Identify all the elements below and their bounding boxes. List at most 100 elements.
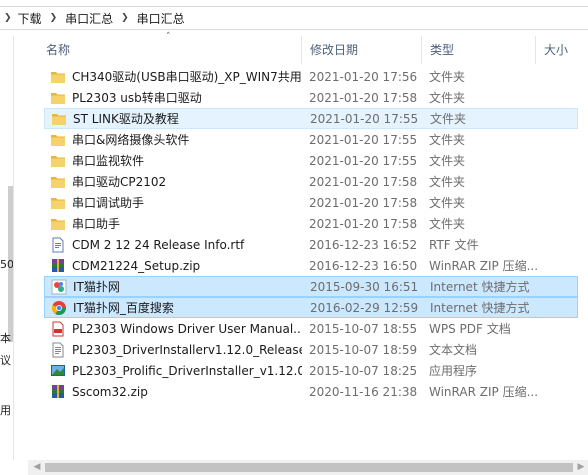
- file-name-cell[interactable]: CH340驱动(USB串口驱动)_XP_WIN7共用: [50, 68, 302, 85]
- file-date: 2021-01-20 17:55: [309, 132, 418, 147]
- file-row[interactable]: 串口驱动CP2102 2021-01-20 17:58 文件夹: [44, 171, 578, 192]
- nav-pane-item[interactable]: 用: [0, 402, 11, 418]
- file-name-cell[interactable]: 串口监视软件: [50, 152, 302, 169]
- file-name-cell[interactable]: 串口&网络摄像头软件: [50, 131, 302, 148]
- file-date: 2016-12-23 16:50: [309, 258, 418, 273]
- file-name: IT猫扑网_百度搜索: [73, 301, 174, 315]
- file-type: 文件夹: [429, 217, 466, 231]
- file-name: IT猫扑网: [73, 280, 120, 294]
- column-header-name[interactable]: 名称: [38, 36, 302, 64]
- file-date: 2015-10-07 18:25: [309, 363, 418, 378]
- file-date: 2021-01-20 17:55: [310, 111, 419, 126]
- folder-icon: [50, 132, 66, 148]
- file-row[interactable]: 串口助手 2021-01-20 17:58 文件夹: [44, 213, 578, 234]
- breadcrumb: ❯ 下载 ❯ 串口汇总 ❯ 串口汇总: [0, 6, 588, 30]
- file-type: 文件夹: [429, 196, 466, 210]
- file-row[interactable]: CH340驱动(USB串口驱动)_XP_WIN7共用 2021-01-20 17:…: [44, 66, 578, 87]
- address-bar[interactable]: ❯ 下载 ❯ 串口汇总 ❯ 串口汇总: [0, 0, 588, 36]
- winrar-archive-icon: [50, 384, 66, 400]
- file-name: ST LINK驱动及教程: [73, 112, 179, 126]
- file-name-cell[interactable]: 串口调试助手: [50, 194, 302, 211]
- internet-shortcut-icon: [51, 279, 67, 295]
- file-date: 2015-10-07 18:55: [309, 321, 418, 336]
- file-date: 2021-01-20 17:55: [309, 153, 418, 168]
- file-name-cell[interactable]: PL2303_Prolific_DriverInstaller_v1.12.0.…: [50, 363, 302, 379]
- breadcrumb-item-serial-summary[interactable]: 串口汇总: [63, 7, 115, 29]
- file-name: 串口&网络摄像头软件: [72, 133, 190, 147]
- scroll-right-arrow-icon[interactable]: ▶: [574, 460, 588, 475]
- file-name-cell[interactable]: CDM21224_Setup.zip: [50, 258, 302, 274]
- nav-pane-item[interactable]: 本: [0, 330, 11, 346]
- installer-app-icon: [50, 363, 66, 379]
- file-name-cell[interactable]: PL2303_DriverInstallerv1.12.0_Release...: [50, 342, 302, 358]
- file-name-cell[interactable]: PL2303 Windows Driver User Manual...: [50, 321, 302, 337]
- file-name: 串口调试助手: [72, 196, 145, 210]
- column-header-label: 类型: [430, 43, 455, 57]
- file-row[interactable]: PL2303 Windows Driver User Manual... 2015…: [44, 318, 578, 339]
- chevron-right-icon[interactable]: ❯: [115, 13, 135, 23]
- file-date: 2021-01-20 17:58: [309, 216, 418, 231]
- file-type: 文本文档: [429, 343, 478, 357]
- file-row[interactable]: 串口监视软件 2021-01-20 17:55 文件夹: [44, 150, 578, 171]
- file-type: 文件夹: [429, 133, 466, 147]
- file-date: 2015-09-30 16:51: [310, 279, 419, 294]
- column-header-size[interactable]: 大小: [536, 36, 578, 64]
- file-name-cell[interactable]: IT猫扑网: [51, 278, 303, 295]
- file-date: 2021-01-20 17:58: [309, 174, 418, 189]
- chevron-right-icon[interactable]: ❯: [0, 13, 16, 23]
- file-row[interactable]: 串口调试助手 2021-01-20 17:58 文件夹: [44, 192, 578, 213]
- file-row[interactable]: PL2303 usb转串口驱动 2021-01-20 17:58 文件夹: [44, 87, 578, 108]
- file-type: 文件夹: [430, 112, 467, 126]
- chrome-shortcut-icon: [51, 300, 67, 316]
- file-name: PL2303_DriverInstallerv1.12.0_Release...: [72, 342, 302, 357]
- file-row[interactable]: IT猫扑网_百度搜索 2016-02-29 12:59 Internet 快捷方式: [44, 297, 578, 318]
- file-row[interactable]: CDM21224_Setup.zip 2016-12-23 16:50 WinRAR…: [44, 255, 578, 276]
- rtf-document-icon: [50, 237, 66, 253]
- breadcrumb-item-current[interactable]: 串口汇总: [135, 7, 187, 29]
- file-name-cell[interactable]: Sscom32.zip: [50, 384, 302, 400]
- file-date: 2021-01-20 17:58: [309, 195, 418, 210]
- horizontal-scrollbar-thumb[interactable]: [45, 463, 573, 472]
- file-name: PL2303 usb转串口驱动: [72, 91, 202, 105]
- file-name-cell[interactable]: PL2303 usb转串口驱动: [50, 89, 302, 106]
- file-type: 文件夹: [429, 175, 466, 189]
- file-name-cell[interactable]: ST LINK驱动及教程: [51, 110, 303, 127]
- file-name: 串口助手: [72, 217, 121, 231]
- column-header-label: 修改日期: [310, 43, 359, 57]
- breadcrumb-item-downloads[interactable]: 下载: [16, 7, 44, 29]
- scroll-left-arrow-icon[interactable]: ◀: [30, 460, 44, 475]
- column-header-label: 名称: [46, 43, 71, 57]
- chevron-right-icon[interactable]: ❯: [44, 13, 64, 23]
- file-name: 串口驱动CP2102: [72, 175, 167, 189]
- file-name-cell[interactable]: CDM 2 12 24 Release Info.rtf: [50, 237, 302, 253]
- folder-icon: [50, 195, 66, 211]
- file-name-cell[interactable]: IT猫扑网_百度搜索: [51, 299, 303, 316]
- file-row[interactable]: ST LINK驱动及教程 2021-01-20 17:55 文件夹: [44, 108, 578, 129]
- file-date: 2016-12-23 16:52: [309, 237, 418, 252]
- file-type: 文件夹: [429, 91, 466, 105]
- file-type: 文件夹: [429, 70, 466, 84]
- file-row[interactable]: 串口&网络摄像头软件 2021-01-20 17:55 文件夹: [44, 129, 578, 150]
- file-type: RTF 文件: [429, 238, 479, 252]
- nav-pane-item[interactable]: 议: [0, 352, 11, 368]
- file-row[interactable]: CDM 2 12 24 Release Info.rtf 2016-12-23 1…: [44, 234, 578, 255]
- column-header-label: 大小: [544, 43, 569, 57]
- column-header-date[interactable]: 修改日期: [302, 36, 422, 64]
- horizontal-scrollbar[interactable]: ◀ ▶: [28, 460, 588, 475]
- pdf-document-icon: [50, 321, 66, 337]
- navigation-pane: 50 本 议 用: [0, 36, 14, 460]
- file-row[interactable]: PL2303_Prolific_DriverInstaller_v1.12.0.…: [44, 360, 578, 381]
- file-row[interactable]: PL2303_DriverInstallerv1.12.0_Release...…: [44, 339, 578, 360]
- file-type: 文件夹: [429, 154, 466, 168]
- file-date: 2021-01-20 17:56: [309, 69, 418, 84]
- file-name-cell[interactable]: 串口驱动CP2102: [50, 173, 302, 190]
- folder-icon: [50, 69, 66, 85]
- folder-icon: [50, 90, 66, 106]
- file-row[interactable]: Sscom32.zip 2020-11-16 21:38 WinRAR ZIP 压缩…: [44, 381, 578, 402]
- file-name: PL2303 Windows Driver User Manual...: [72, 321, 302, 336]
- nav-pane-item[interactable]: 50: [0, 258, 13, 271]
- file-type: WinRAR ZIP 压缩...: [429, 259, 539, 273]
- column-header-type[interactable]: 类型: [422, 36, 536, 64]
- file-row[interactable]: IT猫扑网 2015-09-30 16:51 Internet 快捷方式: [44, 276, 578, 297]
- file-name-cell[interactable]: 串口助手: [50, 215, 302, 232]
